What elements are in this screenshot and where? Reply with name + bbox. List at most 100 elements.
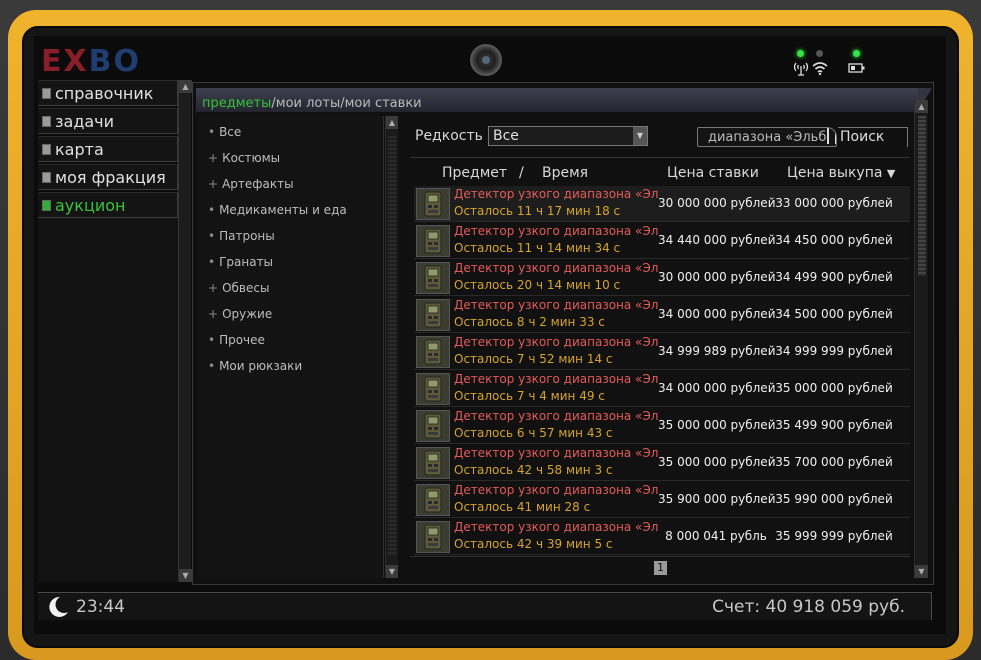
lot-name: Детектор узкого диапазона «Эл.. xyxy=(454,520,658,534)
sidebar-item-tasks[interactable]: задачи xyxy=(38,108,178,134)
detector-icon xyxy=(416,447,450,479)
table-row[interactable]: Детектор узкого диапазона «Эл.. Осталось … xyxy=(414,371,910,407)
wifi-led xyxy=(816,50,823,57)
detector-icon xyxy=(416,299,450,331)
lot-name: Детектор узкого диапазона «Эл.. xyxy=(454,261,658,275)
lot-bid-price: 34 440 000 рублей xyxy=(658,233,776,247)
category-backpacks[interactable]: • Мои рюкзаки xyxy=(208,359,302,373)
lot-time-left: Осталось 6 ч 57 мин 43 с xyxy=(454,426,613,440)
lot-time-left: Осталось 42 ч 58 мин 3 с xyxy=(454,463,613,477)
search-input[interactable]: диапазона «Эльб xyxy=(697,127,837,147)
table-row[interactable]: Детектор узкого диапазона «Эл.. Осталось … xyxy=(414,334,910,370)
detector-icon xyxy=(416,373,450,405)
scroll-thumb[interactable] xyxy=(388,136,396,556)
folder-icon xyxy=(42,115,51,127)
tab-my-bids[interactable]: мои ставки xyxy=(345,96,422,111)
lot-name: Детектор узкого диапазона «Эл.. xyxy=(454,372,658,386)
lot-time-left: Осталось 7 ч 52 мин 14 с xyxy=(454,352,613,366)
column-header-time[interactable]: Время xyxy=(542,165,588,181)
sidebar-panel xyxy=(38,218,178,582)
brand-logo: EXBO xyxy=(41,44,141,79)
detector-icon xyxy=(416,521,450,553)
category-scrollbar[interactable]: ▲ ▼ xyxy=(385,116,398,578)
category-ammo[interactable]: • Патроны xyxy=(208,229,275,243)
table-row[interactable]: Детектор узкого диапазона «Эл.. Осталось … xyxy=(414,519,910,555)
rarity-select[interactable]: Все ▼ xyxy=(488,126,648,146)
folder-icon xyxy=(42,171,51,183)
lot-time-left: Осталось 8 ч 2 мин 33 с xyxy=(454,315,605,329)
sidebar-item-auction[interactable]: аукцион xyxy=(38,192,178,218)
detector-icon xyxy=(416,410,450,442)
sidebar-item-faction[interactable]: моя фракция xyxy=(38,164,178,190)
table-row[interactable]: Детектор узкого диапазона «Эл.. Осталось … xyxy=(414,186,910,222)
column-header-bid[interactable]: Цена ставки xyxy=(667,165,759,181)
lot-time-left: Осталось 42 ч 39 мин 5 с xyxy=(454,537,613,551)
scroll-up-icon[interactable]: ▲ xyxy=(915,100,928,113)
lot-buyout-price: 34 500 000 рублей xyxy=(775,307,893,321)
battery-icon xyxy=(848,63,865,73)
table-row[interactable]: Детектор узкого диапазона «Эл.. Осталось … xyxy=(414,482,910,518)
camera-icon xyxy=(470,44,502,76)
category-medicine-food[interactable]: • Медикаменты и еда xyxy=(208,203,347,217)
lot-buyout-price: 34 999 999 рублей xyxy=(775,344,893,358)
detector-icon xyxy=(416,484,450,516)
category-grenades[interactable]: • Гранаты xyxy=(208,255,273,269)
scroll-down-icon[interactable]: ▼ xyxy=(179,569,192,582)
column-header-item[interactable]: Предмет xyxy=(442,165,507,181)
category-all[interactable]: • Все xyxy=(208,125,241,139)
category-suits[interactable]: + Костюмы xyxy=(208,151,280,165)
sort-arrow-icon: ▼ xyxy=(886,167,896,180)
category-artifacts[interactable]: + Артефакты xyxy=(208,177,294,191)
table-row[interactable]: Детектор узкого диапазона «Эл.. Осталось … xyxy=(414,445,910,481)
wifi-icon xyxy=(812,62,828,75)
lot-buyout-price: 34 499 900 рублей xyxy=(775,270,893,284)
lot-bid-price: 8 000 041 рубль xyxy=(665,529,767,543)
page-number[interactable]: 1 xyxy=(654,561,667,575)
lot-buyout-price: 33 000 000 рублей xyxy=(775,196,893,210)
tab-my-lots[interactable]: мои лоты xyxy=(276,96,340,111)
lot-bid-price: 34 999 989 рублей xyxy=(658,344,776,358)
category-weapons[interactable]: + Оружие xyxy=(208,307,272,321)
detector-icon xyxy=(416,225,450,257)
category-other[interactable]: • Прочее xyxy=(208,333,265,347)
signal-led xyxy=(797,50,804,57)
table-row[interactable]: Детектор узкого диапазона «Эл.. Осталось … xyxy=(414,223,910,259)
scroll-down-icon[interactable]: ▼ xyxy=(915,565,928,578)
scroll-thumb[interactable] xyxy=(918,116,926,276)
lot-time-left: Осталось 41 мин 28 с xyxy=(454,500,591,514)
lot-bid-price: 35 000 000 рублей xyxy=(658,418,776,432)
lot-bid-price: 34 000 000 рублей xyxy=(658,307,776,321)
scroll-down-icon[interactable]: ▼ xyxy=(386,565,398,578)
sidebar-item-map[interactable]: карта xyxy=(38,136,178,162)
chevron-down-icon: ▼ xyxy=(633,127,647,145)
lot-time-left: Осталось 11 ч 17 мин 18 с xyxy=(454,204,621,218)
header-divider xyxy=(410,157,910,158)
table-row[interactable]: Детектор узкого диапазона «Эл.. Осталось … xyxy=(414,260,910,296)
column-header-buyout[interactable]: Цена выкупа ▼ xyxy=(787,165,895,181)
lot-name: Детектор узкого диапазона «Эл.. xyxy=(454,335,658,349)
moon-icon xyxy=(49,596,68,617)
column-header-separator: / xyxy=(519,165,524,181)
category-attachments[interactable]: + Обвесы xyxy=(208,281,269,295)
clock: 23:44 xyxy=(76,597,125,617)
scroll-up-icon[interactable]: ▲ xyxy=(179,80,192,93)
lot-bid-price: 30 000 000 рублей xyxy=(658,270,776,284)
search-button[interactable]: Поиск xyxy=(838,127,908,147)
table-scrollbar[interactable]: ▲ ▼ xyxy=(914,100,928,578)
lot-bid-price: 30 000 000 рублей xyxy=(658,196,776,210)
folder-icon xyxy=(42,87,51,99)
lot-list: Детектор узкого диапазона «Эл.. Осталось … xyxy=(414,186,910,556)
tab-items[interactable]: предметы xyxy=(202,96,271,111)
scroll-up-icon[interactable]: ▲ xyxy=(386,116,398,129)
lot-name: Детектор узкого диапазона «Эл.. xyxy=(454,483,658,497)
sidebar-scrollbar[interactable]: ▲ ▼ xyxy=(178,80,192,582)
lot-bid-price: 35 900 000 рублей xyxy=(658,492,776,506)
rarity-label: Редкость xyxy=(415,128,483,144)
detector-icon xyxy=(416,188,450,220)
sidebar-item-handbook[interactable]: справочник xyxy=(38,80,178,106)
table-row[interactable]: Детектор узкого диапазона «Эл.. Осталось … xyxy=(414,408,910,444)
lot-bid-price: 35 000 000 рублей xyxy=(658,455,776,469)
sidebar-nav: справочник задачи карта моя фракция аукц… xyxy=(38,80,178,220)
table-row[interactable]: Детектор узкого диапазона «Эл.. Осталось … xyxy=(414,297,910,333)
lot-buyout-price: 34 450 000 рублей xyxy=(775,233,893,247)
